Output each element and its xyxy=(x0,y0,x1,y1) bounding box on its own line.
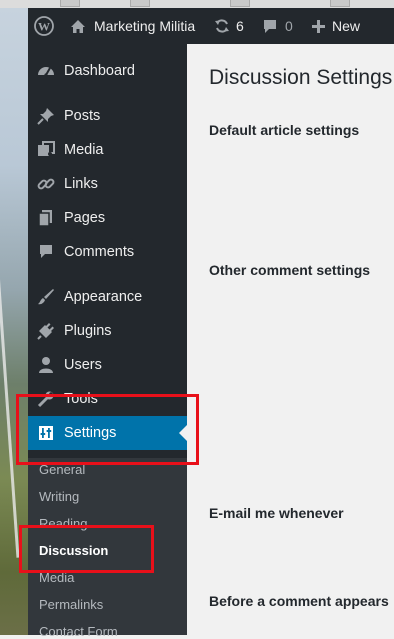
browser-tab[interactable] xyxy=(130,0,150,7)
new-label: New xyxy=(332,18,361,34)
comment-bubble-icon xyxy=(264,19,276,33)
menu-label: Pages xyxy=(64,210,106,226)
section-label-other-comment-settings: Other comment settings xyxy=(209,262,371,278)
submenu-item-writing[interactable]: Writing xyxy=(39,489,79,504)
highlight-box-settings xyxy=(16,394,199,465)
menu-label: Links xyxy=(64,176,98,192)
comments-count: 0 xyxy=(285,18,293,34)
media-icon xyxy=(28,141,64,159)
updates-count: 6 xyxy=(236,18,244,34)
dashboard-icon xyxy=(28,62,64,80)
pin-icon xyxy=(28,107,64,125)
browser-tab[interactable] xyxy=(330,0,350,7)
link-icon xyxy=(28,175,64,193)
wordpress-logo-icon: W xyxy=(34,16,54,36)
section-label-before-comment-appears: Before a comment appears xyxy=(209,593,389,609)
updates-icon xyxy=(215,19,229,33)
comment-icon xyxy=(28,243,64,261)
menu-label: Plugins xyxy=(64,323,112,339)
plug-icon xyxy=(28,322,64,340)
menu-label: Dashboard xyxy=(64,63,135,79)
brush-icon xyxy=(28,288,64,306)
home-icon xyxy=(71,19,85,33)
comments-link[interactable]: 0 xyxy=(262,8,293,44)
menu-item-links[interactable]: Links xyxy=(28,167,187,201)
main-content: Discussion Settings Default article sett… xyxy=(187,44,394,635)
menu-item-posts[interactable]: Posts xyxy=(28,99,187,133)
plus-icon xyxy=(312,19,325,33)
menu-label: Comments xyxy=(64,244,135,260)
menu-item-dashboard[interactable]: Dashboard xyxy=(28,54,187,88)
wordpress-logo-button[interactable]: W xyxy=(32,8,56,44)
browser-tab[interactable] xyxy=(60,0,80,7)
page-title: Discussion Settings xyxy=(209,66,393,89)
site-name: Marketing Militia xyxy=(94,18,196,34)
menu-label: Posts xyxy=(64,108,101,124)
menu-item-pages[interactable]: Pages xyxy=(28,201,187,235)
menu-item-media[interactable]: Media xyxy=(28,133,187,167)
menu-item-comments[interactable]: Comments xyxy=(28,235,187,269)
submenu-item-permalinks[interactable]: Permalinks xyxy=(39,597,103,612)
site-name-link[interactable]: Marketing Militia xyxy=(70,8,195,44)
menu-label: Appearance xyxy=(64,289,143,305)
updates-link[interactable]: 6 xyxy=(214,8,244,44)
menu-item-appearance[interactable]: Appearance xyxy=(28,280,187,314)
highlight-box-discussion xyxy=(19,525,154,573)
menu-item-users[interactable]: Users xyxy=(28,348,187,382)
section-label-email-me-whenever: E-mail me whenever xyxy=(209,505,344,521)
menu-label: Users xyxy=(64,357,102,373)
admin-bar: W Marketing Militia 6 0 New xyxy=(28,8,394,44)
menu-item-plugins[interactable]: Plugins xyxy=(28,314,187,348)
menu-label: Media xyxy=(64,142,104,158)
new-content-link[interactable]: New xyxy=(312,8,360,44)
pages-icon xyxy=(28,209,64,227)
browser-tab[interactable] xyxy=(230,0,250,7)
submenu-item-contact-form[interactable]: Contact Form xyxy=(39,624,118,639)
svg-text:W: W xyxy=(38,20,50,34)
user-icon xyxy=(28,356,64,374)
section-label-default-article-settings: Default article settings xyxy=(209,122,360,138)
